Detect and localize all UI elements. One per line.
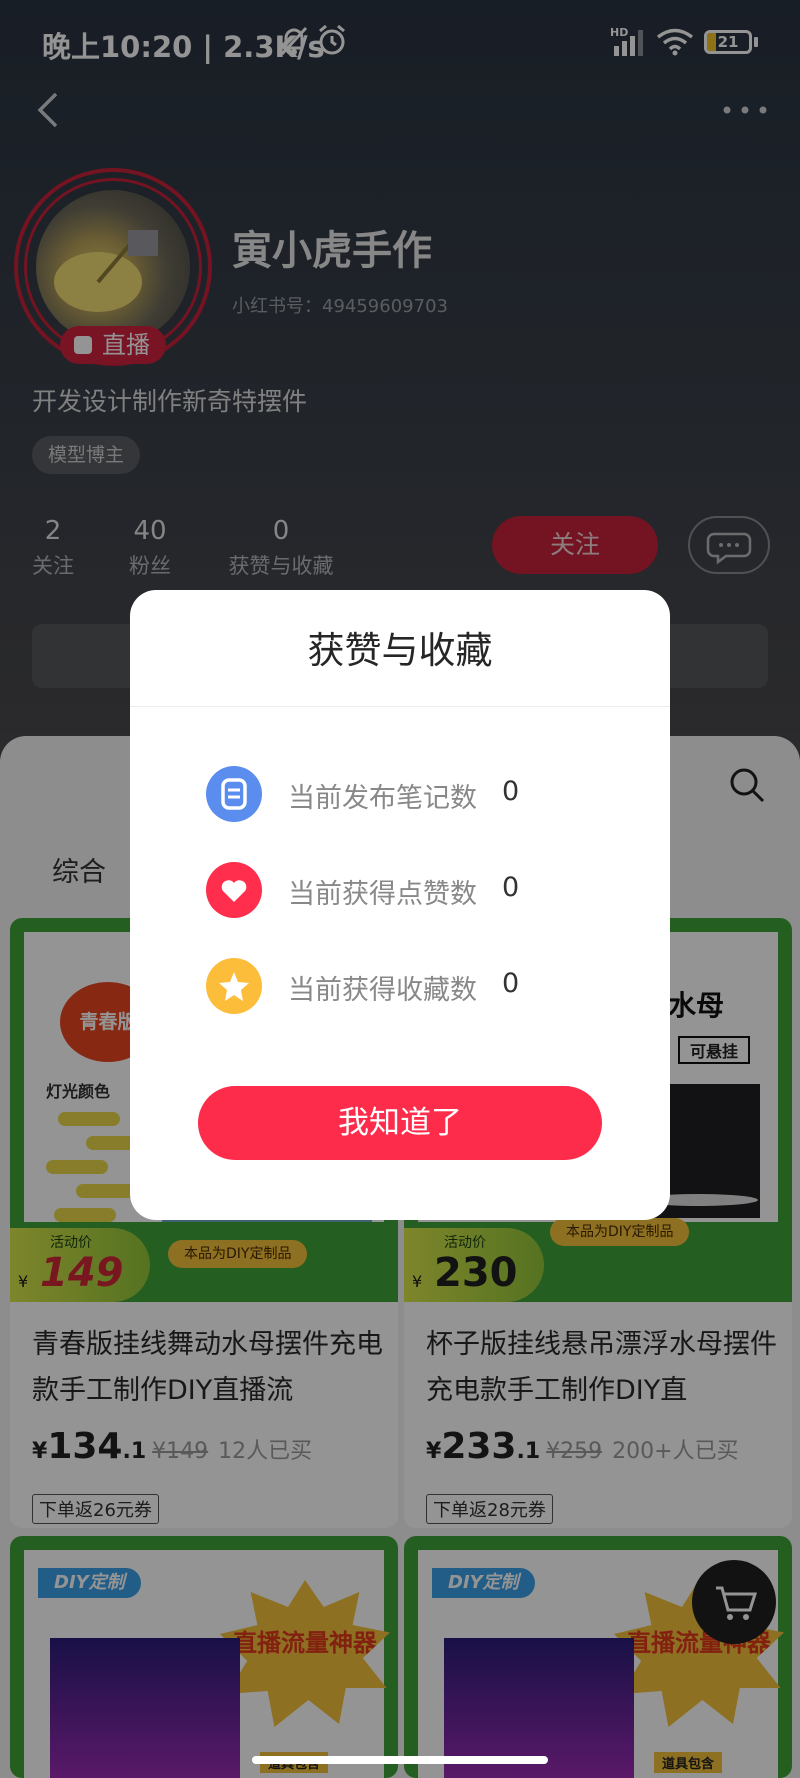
notes-count-label: 当前发布笔记数 [288, 783, 477, 814]
note-icon [206, 766, 262, 822]
dialog-title: 获赞与收藏 [307, 629, 493, 672]
notes-count-value: 0 [502, 776, 520, 807]
notes-count-row: 当前发布笔记数 0 [206, 766, 606, 822]
likes-count-label: 当前获得点赞数 [288, 879, 477, 910]
collects-count-label: 当前获得收藏数 [288, 975, 477, 1006]
got-it-button[interactable]: 我知道了 [198, 1086, 602, 1160]
heart-icon [206, 862, 262, 918]
collects-count-value: 0 [502, 968, 520, 999]
likes-count-row: 当前获得点赞数 0 [206, 862, 606, 918]
likes-count-value: 0 [502, 872, 520, 903]
collects-count-row: 当前获得收藏数 0 [206, 958, 606, 1014]
dialog-divider [130, 706, 670, 707]
home-indicator[interactable] [252, 1756, 548, 1764]
likes-collects-dialog: 获赞与收藏 当前发布笔记数 0 当前获得点赞数 0 当前获得收藏数 0 我知道了 [130, 590, 670, 1220]
star-icon [206, 958, 262, 1014]
